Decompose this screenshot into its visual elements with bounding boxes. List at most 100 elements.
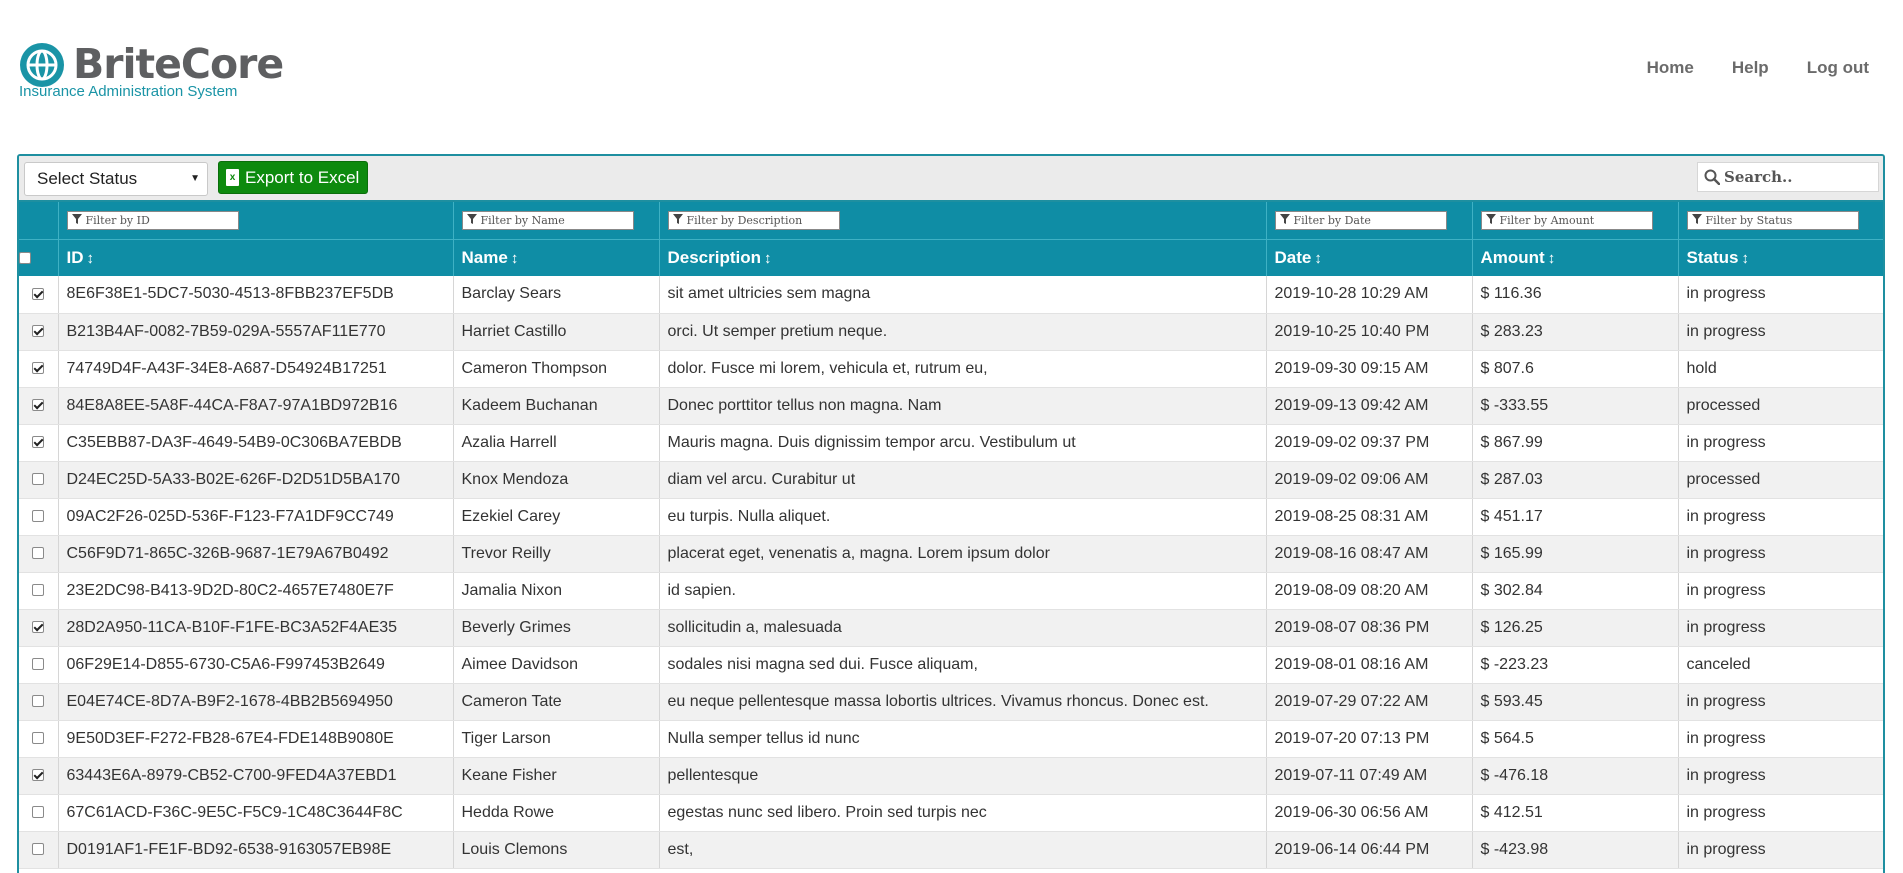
table-row[interactable]: 28D2A950-11CA-B10F-F1FE-BC3A52F4AE35 Beve… (19, 609, 1883, 647)
sort-icon: ↕ (1314, 249, 1322, 267)
row-checkbox[interactable] (32, 510, 45, 523)
sort-icon: ↕ (1547, 249, 1556, 267)
select-all-checkbox[interactable] (19, 252, 31, 265)
cell-id: D0191AF1-FE1F-BD92-6538-9163057EB98E (58, 831, 454, 869)
table-row[interactable]: C35EBB87-DA3F-4649-54B9-0C306BA7EBDB Azal… (19, 424, 1883, 462)
cell-amount: $ -423.98 (1472, 831, 1679, 869)
search-box[interactable] (1697, 162, 1879, 192)
table-row[interactable]: 06F29E14-D855-6730-C5A6-F997453B2649 Aime… (19, 646, 1883, 684)
header: BriteCore Insurance Administration Syste… (0, 0, 1903, 150)
brand-name: BriteCore (73, 40, 284, 88)
table-row[interactable]: 67C61ACD-F36C-9E5C-F5C9-1C48C3644F8C Hedd… (19, 794, 1883, 832)
row-checkbox[interactable] (32, 695, 45, 708)
nav-logout-link[interactable]: Log out (1807, 58, 1869, 78)
row-select-cell (19, 720, 59, 758)
table-row[interactable]: D24EC25D-5A33-B02E-626F-D2D51D5BA170 Knox… (19, 461, 1883, 499)
table-row[interactable]: 9E50D3EF-F272-FB28-67E4-FDE148B9080E Tige… (19, 720, 1883, 758)
cell-description: egestas nunc sed libero. Proin sed turpi… (659, 794, 1267, 832)
filter-amount-input[interactable] (1499, 213, 1650, 227)
grid-panel: Select Status ▼ x Export to Excel Search… (17, 154, 1885, 873)
row-select-cell (19, 535, 59, 573)
column-header-id[interactable]: ID ↕ (58, 238, 454, 276)
status-select[interactable]: Select Status ▼ (24, 162, 208, 196)
row-checkbox[interactable] (32, 362, 45, 375)
cell-date: 2019-10-28 10:29 AM (1266, 276, 1473, 314)
row-select-cell (19, 276, 59, 314)
row-checkbox[interactable] (32, 547, 45, 560)
row-checkbox[interactable] (32, 843, 45, 856)
cell-id: 9E50D3EF-F272-FB28-67E4-FDE148B9080E (58, 720, 454, 758)
cell-description: sit amet ultricies sem magna (659, 276, 1267, 314)
row-checkbox[interactable] (32, 584, 45, 597)
nav-home-link[interactable]: Home (1647, 58, 1694, 78)
column-header-date[interactable]: Date ↕ (1266, 238, 1473, 276)
cell-date: 2019-08-07 08:36 PM (1266, 609, 1473, 647)
sort-icon: ↕ (764, 249, 772, 267)
britecore-logo[interactable]: BriteCore Insurance Administration Syste… (19, 40, 284, 102)
table-row[interactable]: C56F9D71-865C-326B-9687-1E79A67B0492 Trev… (19, 535, 1883, 573)
row-checkbox[interactable] (32, 325, 45, 338)
cell-amount: $ 287.03 (1472, 461, 1679, 499)
filter-cell-status (1678, 202, 1883, 239)
row-checkbox[interactable] (32, 621, 45, 634)
table-row[interactable]: 8E6F38E1-5DC7-5030-4513-8FBB237EF5DB Barc… (19, 276, 1883, 314)
cell-name: Cameron Thompson (453, 350, 660, 388)
sort-icon: ↕ (1741, 249, 1749, 267)
cell-status: in progress (1678, 572, 1883, 610)
row-select-cell (19, 387, 59, 425)
cell-description: eu turpis. Nulla aliquet. (659, 498, 1267, 536)
cell-name: Aimee Davidson (453, 646, 660, 684)
row-checkbox[interactable] (32, 473, 45, 486)
filter-date-input[interactable] (1293, 213, 1444, 227)
column-header-status[interactable]: Status ↕ (1678, 238, 1883, 276)
cell-name: Hedda Rowe (453, 794, 660, 832)
cell-name: Knox Mendoza (453, 461, 660, 499)
table-row[interactable]: 23E2DC98-B413-9D2D-80C2-4657E7480E7F Jama… (19, 572, 1883, 610)
column-header-amount[interactable]: Amount ↕ (1472, 238, 1679, 276)
sort-icon: ↕ (86, 249, 95, 267)
cell-description: id sapien. (659, 572, 1267, 610)
table-row[interactable]: 63443E6A-8979-CB52-C700-9FED4A37EBD1 Kean… (19, 757, 1883, 795)
filter-name-input[interactable] (480, 213, 631, 227)
row-checkbox[interactable] (32, 288, 45, 301)
row-checkbox[interactable] (32, 732, 45, 745)
table-row[interactable]: 84E8A8EE-5A8F-44CA-F8A7-97A1BD972B16 Kade… (19, 387, 1883, 425)
cell-date: 2019-10-25 10:40 PM (1266, 313, 1473, 351)
column-header-name[interactable]: Name ↕ (453, 238, 660, 276)
cell-name: Harriet Castillo (453, 313, 660, 351)
table-row[interactable]: E04E74CE-8D7A-B9F2-1678-4BB2B5694950 Came… (19, 683, 1883, 721)
table-row[interactable]: 74749D4F-A43F-34E8-A687-D54924B17251 Came… (19, 350, 1883, 388)
table-row[interactable]: B213B4AF-0082-7B59-029A-5557AF11E770 Harr… (19, 313, 1883, 351)
table-row[interactable]: 09AC2F26-025D-536F-F123-F7A1DF9CC749 Ezek… (19, 498, 1883, 536)
cell-id: 23E2DC98-B413-9D2D-80C2-4657E7480E7F (58, 572, 454, 610)
row-checkbox[interactable] (32, 399, 45, 412)
table-row[interactable]: D0191AF1-FE1F-BD92-6538-9163057EB98E Loui… (19, 831, 1883, 869)
cell-amount: $ 807.6 (1472, 350, 1679, 388)
cell-date: 2019-08-09 08:20 AM (1266, 572, 1473, 610)
cell-date: 2019-06-30 06:56 AM (1266, 794, 1473, 832)
cell-name: Kadeem Buchanan (453, 387, 660, 425)
row-checkbox[interactable] (32, 806, 45, 819)
cell-name: Louis Clemons (453, 831, 660, 869)
row-checkbox[interactable] (32, 769, 45, 782)
search-input[interactable] (1724, 168, 1874, 186)
cell-status: in progress (1678, 683, 1883, 721)
britecore-logo-icon (20, 43, 64, 87)
column-header-description[interactable]: Description ↕ (659, 238, 1267, 276)
filter-icon (466, 211, 477, 229)
export-excel-button[interactable]: x Export to Excel (218, 161, 369, 194)
filter-id-input[interactable] (85, 213, 236, 227)
row-checkbox[interactable] (32, 658, 45, 671)
cell-date: 2019-09-02 09:06 AM (1266, 461, 1473, 499)
filter-description-input[interactable] (686, 213, 837, 227)
row-checkbox[interactable] (32, 436, 45, 449)
row-select-cell (19, 498, 59, 536)
cell-description: diam vel arcu. Curabitur ut (659, 461, 1267, 499)
cell-amount: $ -476.18 (1472, 757, 1679, 795)
sort-icon: ↕ (510, 249, 519, 267)
row-select-cell (19, 461, 59, 499)
cell-description: pellentesque (659, 757, 1267, 795)
nav-help-link[interactable]: Help (1732, 58, 1769, 78)
cell-status: in progress (1678, 424, 1883, 462)
filter-status-input[interactable] (1705, 213, 1856, 227)
